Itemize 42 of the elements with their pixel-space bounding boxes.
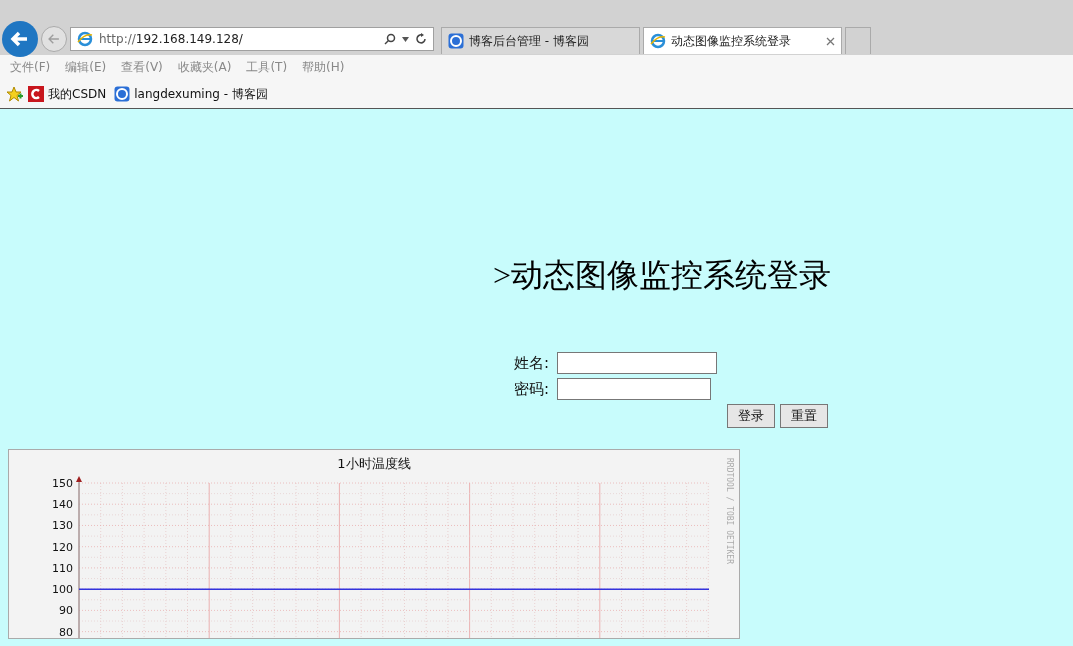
y-tick-label: 120 — [52, 540, 73, 554]
arrow-icon — [10, 29, 30, 49]
dropdown-icon[interactable] — [402, 36, 409, 42]
blog-logo-icon — [114, 86, 131, 102]
favorite-link[interactable]: langdexuming - 博客园 — [114, 85, 268, 103]
y-tick-label: 150 — [52, 477, 73, 490]
arrow-icon — [47, 32, 61, 46]
y-tick-label: 140 — [52, 498, 73, 512]
y-tick-label: 100 — [52, 583, 73, 597]
tab-title: 动态图像监控系统登录 — [671, 32, 792, 50]
ie-logo-icon — [77, 31, 93, 47]
csdn-logo-icon — [28, 86, 44, 102]
favorite-link[interactable]: 我的CSDN — [28, 85, 107, 103]
favorites-star-icon[interactable] — [6, 86, 23, 102]
browser-tab[interactable]: 动态图像监控系统登录 — [643, 27, 842, 54]
name-field[interactable] — [557, 352, 718, 374]
menu-item[interactable]: 工具(T) — [246, 59, 288, 76]
field-label: 密码: — [514, 379, 550, 399]
refresh-icon[interactable] — [415, 33, 427, 45]
login-button[interactable]: 登录 — [727, 404, 775, 428]
y-tick-label: 90 — [59, 604, 73, 618]
blog-logo-icon — [448, 33, 464, 49]
y-tick-label: 80 — [59, 625, 73, 638]
address-bar[interactable]: http://192.168.149.128/ — [70, 27, 434, 51]
tab-title: 博客后台管理 - 博客园 — [469, 32, 590, 50]
browser-tab[interactable]: 博客后台管理 - 博客园 — [441, 27, 640, 54]
back-button[interactable] — [2, 21, 38, 57]
menu-item[interactable]: 帮助(H) — [302, 59, 345, 76]
url-text: http://192.168.149.128/ — [99, 32, 244, 46]
menu-item[interactable]: 编辑(E) — [65, 59, 107, 76]
password-field[interactable] — [557, 378, 712, 400]
page-title: >动态图像监控系统登录 — [493, 256, 833, 295]
reset-button[interactable]: 重置 — [780, 404, 828, 428]
field-label: 姓名: — [514, 353, 550, 373]
chart-credit: RRDTOOL / TOBI OETIKER — [725, 458, 734, 564]
y-tick-label: 130 — [52, 519, 73, 533]
ie-logo-icon — [650, 33, 666, 49]
search-icon[interactable] — [384, 33, 396, 45]
close-icon[interactable] — [826, 36, 835, 46]
y-tick-label: 110 — [52, 561, 73, 575]
menu-item[interactable]: 收藏夹(A) — [177, 59, 232, 76]
chart-title: 1小时温度线 — [337, 456, 411, 471]
